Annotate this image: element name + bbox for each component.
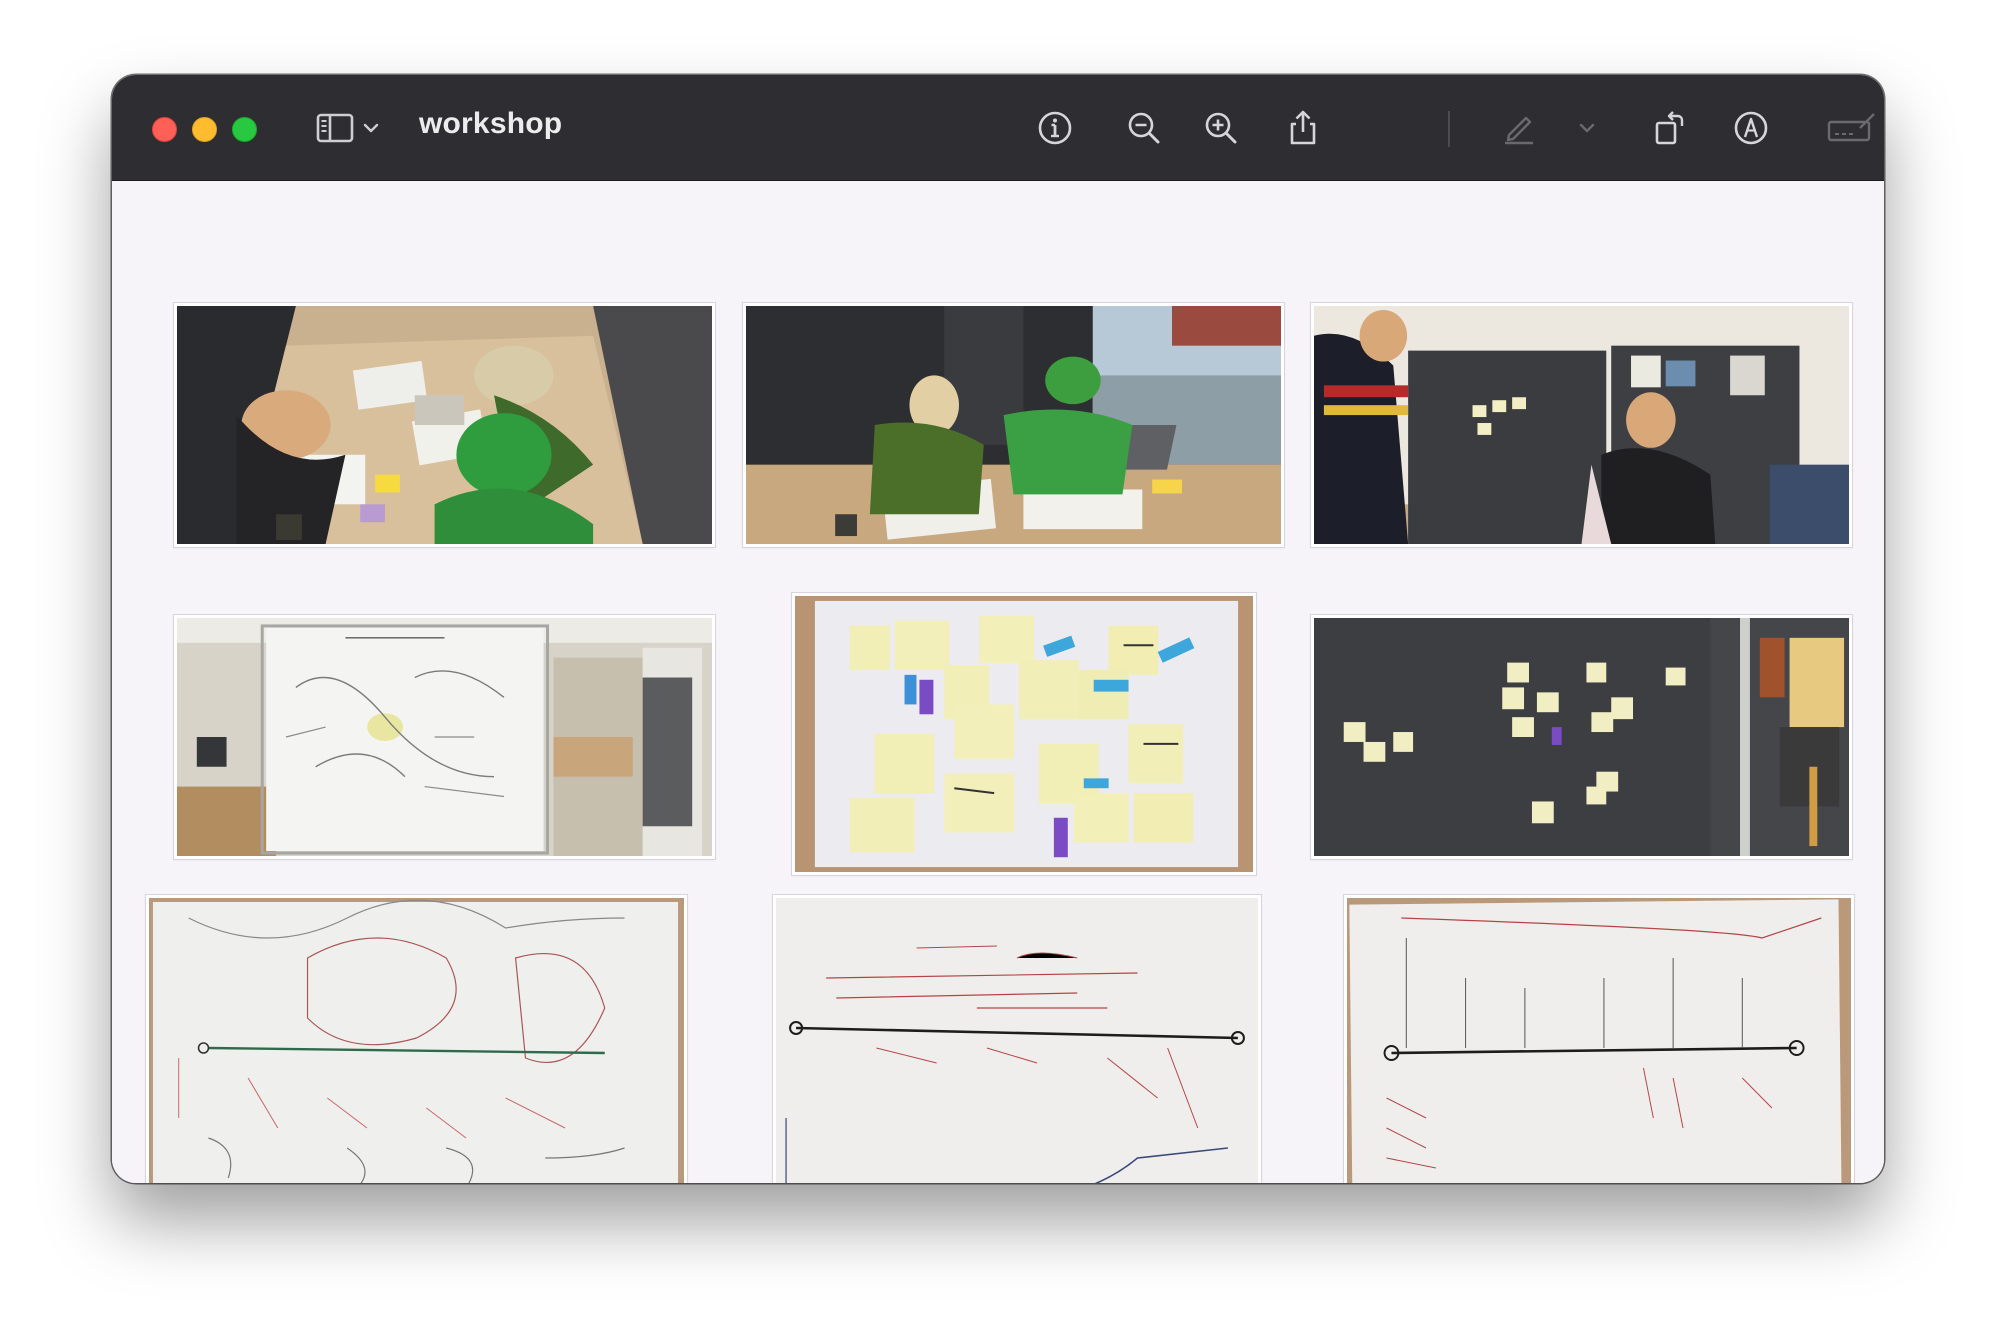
sidebar-toggle-button[interactable] <box>312 105 358 151</box>
thumbnail-whiteboard[interactable] <box>174 615 715 859</box>
signature-icon <box>1827 113 1875 142</box>
window-title: workshop <box>419 107 563 140</box>
photo-image <box>1314 618 1849 856</box>
thumbnail-sticky-notes[interactable] <box>792 593 1256 875</box>
zoom-in-icon <box>1205 112 1237 144</box>
minimize-button[interactable] <box>192 117 217 142</box>
markup-pen-button[interactable] <box>1496 105 1542 151</box>
toolbar-divider <box>1448 111 1450 147</box>
markup-button[interactable] <box>1728 105 1774 151</box>
preview-window: workshop <box>112 75 1884 1183</box>
photo-image <box>795 596 1253 872</box>
photo-image <box>177 618 712 856</box>
thumbnail-board-notes-2[interactable] <box>1311 615 1852 859</box>
chevron-down-icon <box>1579 123 1595 133</box>
thumbnail-timeline-sketch-2[interactable] <box>773 895 1261 1183</box>
photo-image <box>746 306 1281 544</box>
thumbnail-timeline-sketch-1[interactable] <box>146 895 687 1183</box>
share-button[interactable] <box>1280 105 1326 151</box>
zoom-out-icon <box>1128 112 1160 144</box>
share-icon <box>1290 110 1316 145</box>
signature-button[interactable] <box>1824 105 1880 151</box>
photo-image <box>1347 898 1851 1183</box>
photo-image <box>149 898 684 1183</box>
pencil-icon <box>1505 116 1533 145</box>
contact-sheet <box>112 181 1884 1183</box>
markup-icon <box>1734 111 1768 145</box>
rotate-button[interactable] <box>1646 105 1692 151</box>
zoom-window-button[interactable] <box>232 117 257 142</box>
markup-menu-button[interactable] <box>1572 105 1602 151</box>
sidebar-icon <box>316 113 354 143</box>
close-button[interactable] <box>152 117 177 142</box>
photo-image <box>177 306 712 544</box>
zoom-out-button[interactable] <box>1121 105 1167 151</box>
info-icon <box>1038 111 1072 145</box>
info-button[interactable] <box>1032 105 1078 151</box>
thumbnail-board-notes[interactable] <box>1311 303 1852 547</box>
photo-image <box>776 898 1258 1183</box>
sidebar-menu-button[interactable] <box>356 105 386 151</box>
rotate-icon <box>1655 111 1684 145</box>
thumbnail-timeline-sketch-3[interactable] <box>1344 895 1854 1183</box>
chevron-down-icon <box>363 123 379 133</box>
title-bar: workshop <box>112 75 1884 181</box>
thumbnail-workshop-window[interactable] <box>743 303 1284 547</box>
zoom-in-button[interactable] <box>1198 105 1244 151</box>
thumbnail-workshop-table[interactable] <box>174 303 715 547</box>
photo-image <box>1314 306 1849 544</box>
